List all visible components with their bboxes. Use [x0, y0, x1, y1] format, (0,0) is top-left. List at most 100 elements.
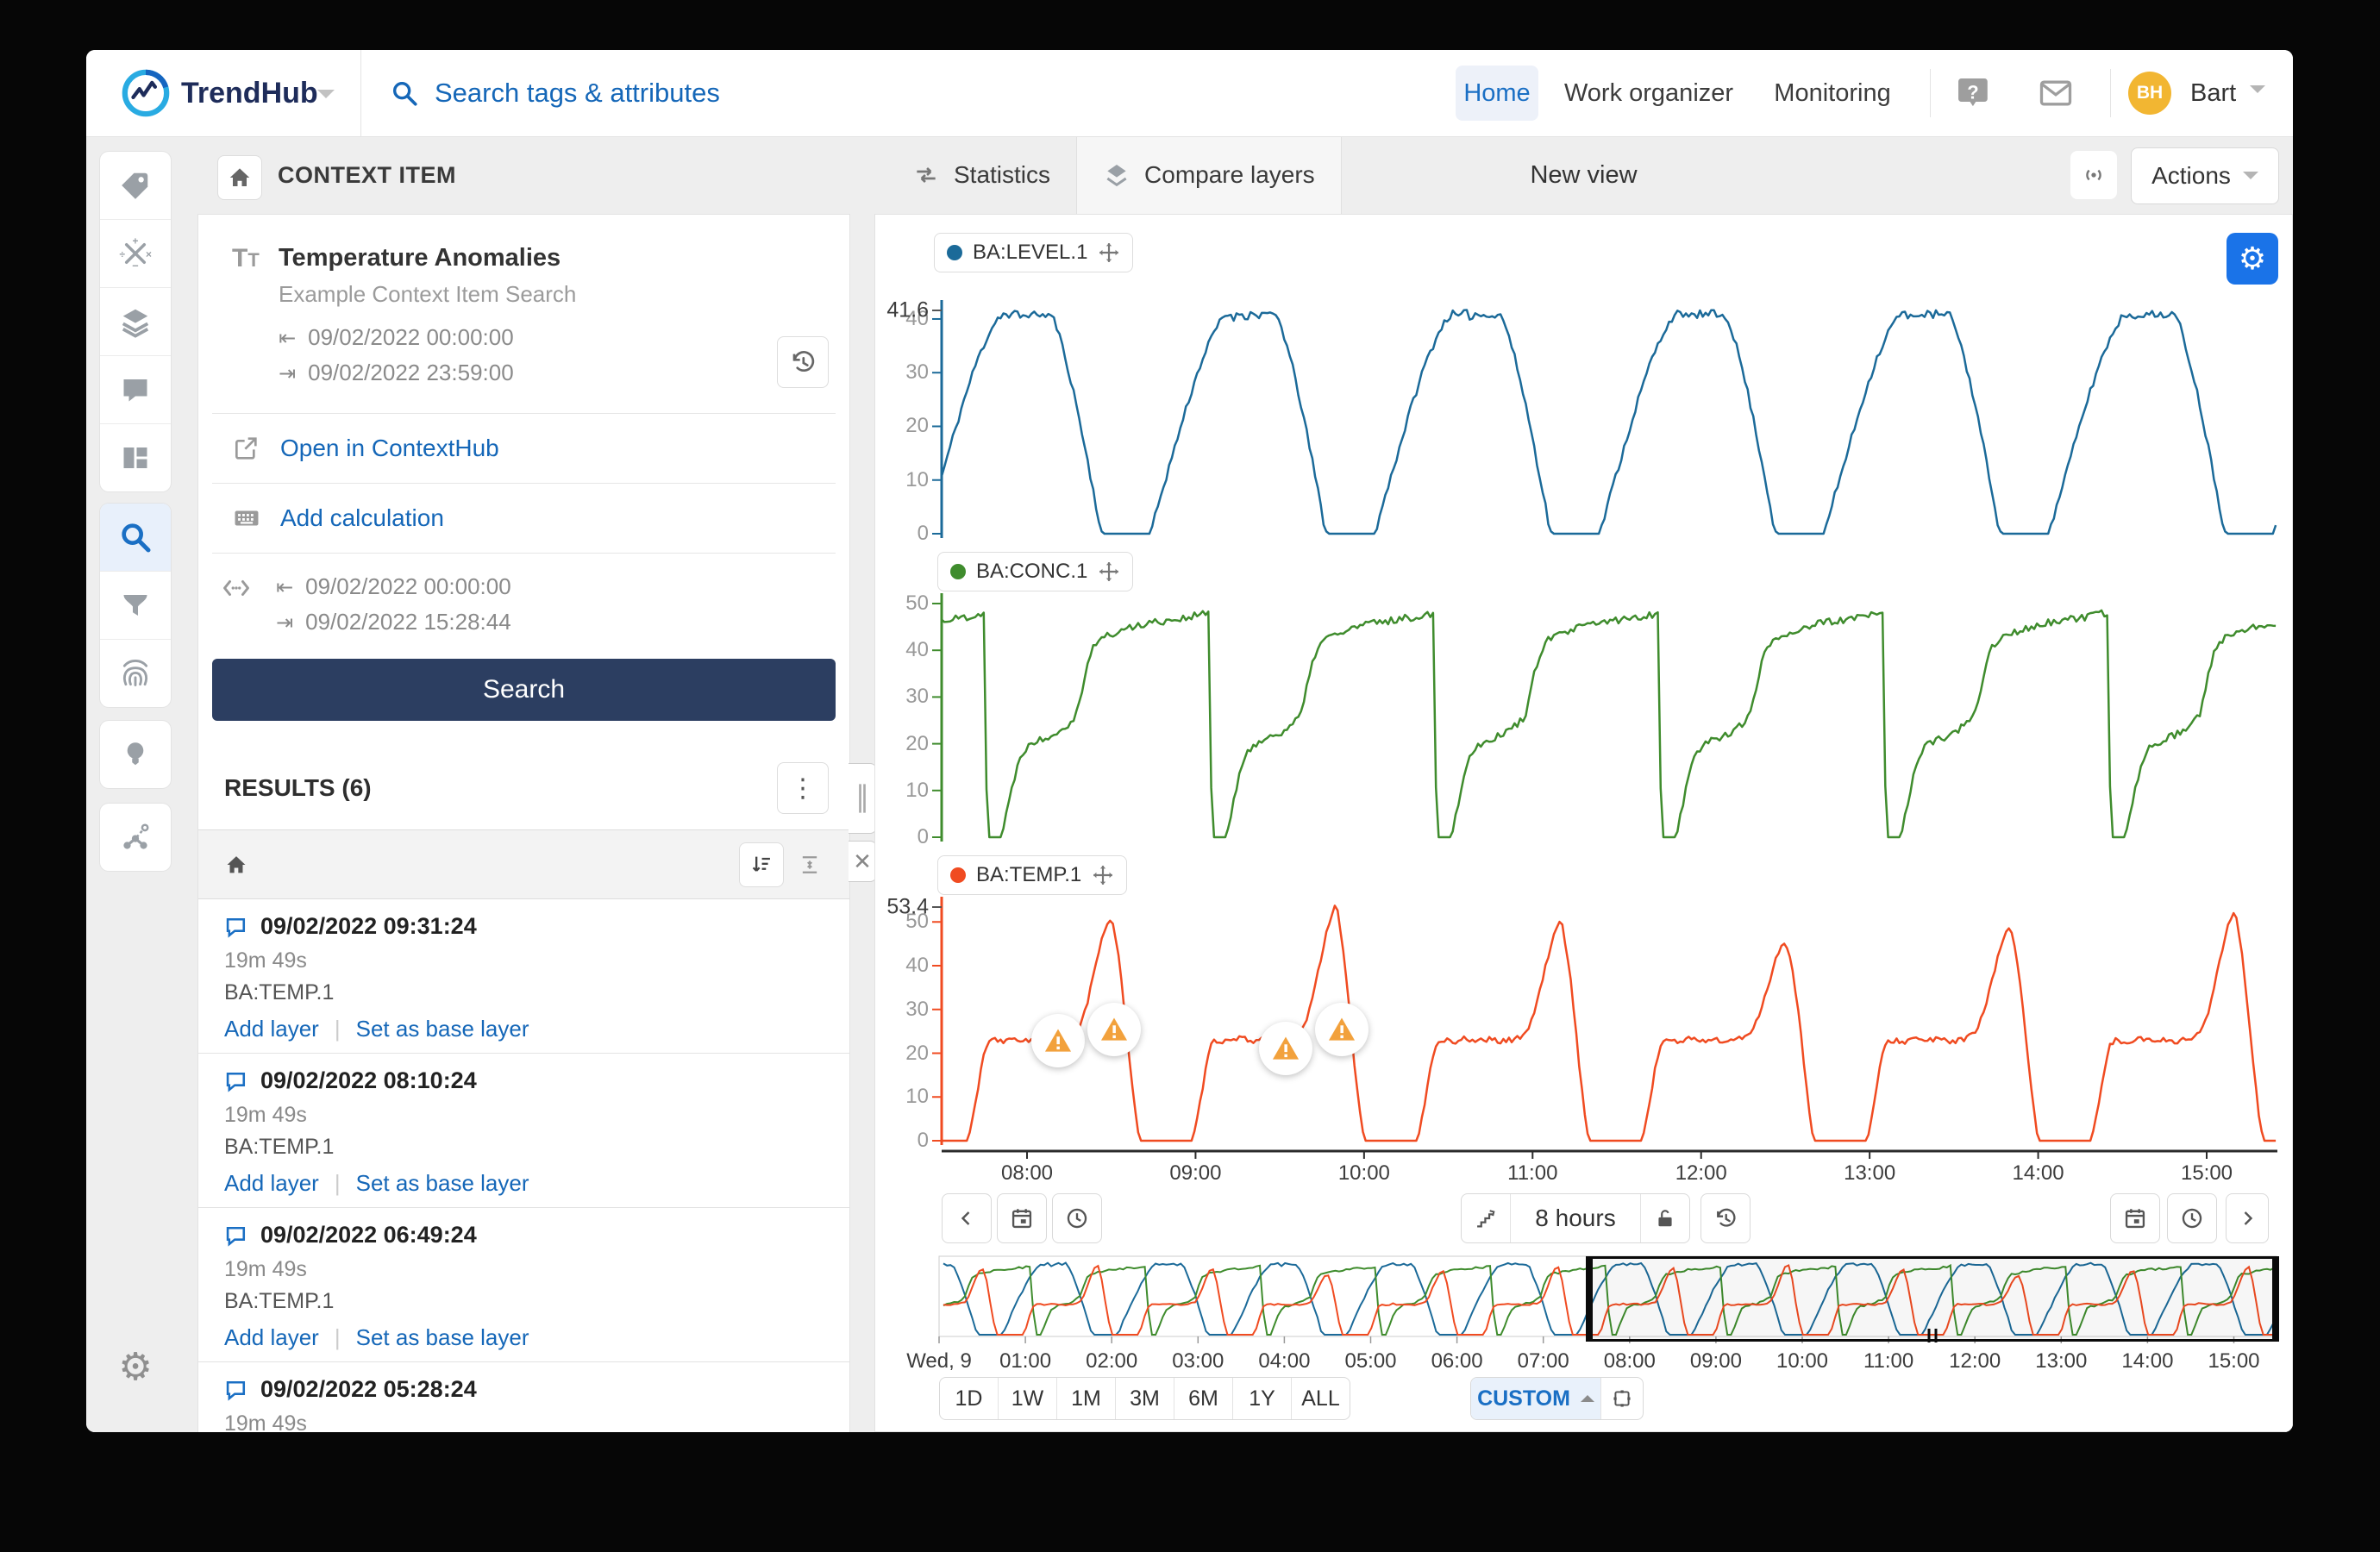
warning-event-badge[interactable]	[1259, 1022, 1312, 1075]
reset-history-button[interactable]	[1700, 1193, 1751, 1243]
context-comment-icon	[224, 915, 248, 939]
set-base-layer-link[interactable]: Set as base layer	[356, 1016, 529, 1042]
result-item[interactable]: 09/02/2022 05:28:24 19m 49s BA:TEMP.1 Ad…	[198, 1362, 849, 1432]
sidebar-item-recommendations[interactable]	[100, 721, 171, 788]
tab-home[interactable]: Home	[1456, 66, 1538, 121]
open-in-contexthub[interactable]: Open in ContextHub	[232, 414, 849, 483]
global-search-input[interactable]: Search tags & attributes	[390, 50, 720, 136]
panel-resize-handle[interactable]	[849, 763, 877, 834]
set-end-date-button[interactable]	[2110, 1193, 2160, 1243]
collapse-icon	[798, 853, 822, 877]
pan-right-button[interactable]	[2226, 1193, 2269, 1243]
panel-home-button[interactable]	[217, 155, 262, 200]
series-color-dot	[950, 564, 966, 579]
live-mode-button[interactable]	[2070, 151, 2117, 199]
sort-descending-icon	[749, 853, 774, 877]
result-duration: 19m 49s	[224, 1103, 836, 1128]
set-base-layer-link[interactable]: Set as base layer	[356, 1170, 529, 1197]
sidebar-item-calculations[interactable]: + − ÷ ×	[100, 220, 171, 288]
lock-window-button[interactable]	[1641, 1194, 1689, 1242]
add-calculation[interactable]: Add calculation	[232, 484, 849, 553]
preset-1M[interactable]: 1M	[1057, 1378, 1116, 1419]
add-layer-link[interactable]: Add layer	[224, 1324, 319, 1351]
sidebar-item-layers[interactable]	[100, 288, 171, 356]
chart-settings-button[interactable]: ⚙	[2227, 233, 2278, 285]
fit-range-button[interactable]	[1600, 1378, 1643, 1419]
warning-event-badge[interactable]	[1087, 1003, 1141, 1056]
x-tick-label: 14:00	[2000, 1161, 2077, 1186]
x-tick-label: 11:00	[1494, 1161, 1571, 1186]
series-chip-conc[interactable]: BA:CONC.1	[937, 552, 1133, 591]
external-link-icon	[232, 435, 260, 462]
sidebar-item-tags[interactable]	[100, 152, 171, 220]
series-chip-label: BA:LEVEL.1	[973, 241, 1087, 265]
brush-grip-icon[interactable]	[1928, 1329, 1938, 1342]
result-timestamp: 09/02/2022 06:49:24	[260, 1222, 477, 1248]
set-end-time-button[interactable]	[2167, 1193, 2217, 1243]
sidebar-item-relations[interactable]	[100, 804, 171, 871]
compare-layers-button[interactable]: Compare layers	[1077, 136, 1341, 214]
results-heading: RESULTS (6)	[224, 774, 372, 802]
load-history-button[interactable]	[777, 336, 829, 388]
compress-time-button[interactable]	[1462, 1194, 1511, 1242]
panel-close-button[interactable]: ✕	[849, 841, 877, 882]
actions-button[interactable]: Actions	[2131, 147, 2279, 204]
sort-descending-button[interactable]	[739, 842, 784, 887]
add-layer-link[interactable]: Add layer	[224, 1170, 319, 1197]
series-chip-temp[interactable]: BA:TEMP.1	[937, 855, 1127, 895]
preset-1Y[interactable]: 1Y	[1233, 1378, 1292, 1419]
user-avatar[interactable]: BH	[2128, 72, 2171, 115]
search-icon	[390, 78, 419, 108]
preset-ALL[interactable]: ALL	[1292, 1378, 1350, 1419]
svg-text:÷: ÷	[120, 248, 126, 260]
trend-plot[interactable]	[875, 215, 2293, 1432]
result-item[interactable]: 09/02/2022 08:10:24 19m 49s BA:TEMP.1 Ad…	[198, 1054, 849, 1208]
preset-6M[interactable]: 6M	[1174, 1378, 1233, 1419]
context-item-summary: TT Temperature Anomalies Example Context…	[232, 244, 836, 392]
preset-3M[interactable]: 3M	[1116, 1378, 1174, 1419]
result-timestamp: 09/02/2022 08:10:24	[260, 1067, 477, 1094]
help-icon[interactable]: ?	[1954, 74, 1992, 112]
results-menu-button[interactable]: ⋮	[777, 762, 829, 814]
custom-range-group: CUSTOM	[1470, 1377, 1644, 1420]
results-list: 09/02/2022 09:31:24 19m 49s BA:TEMP.1 Ad…	[198, 899, 849, 1432]
result-timestamp: 09/02/2022 09:31:24	[260, 913, 477, 940]
time-window-label[interactable]: 8 hours	[1511, 1194, 1641, 1242]
set-start-time-button[interactable]	[1052, 1193, 1102, 1243]
result-item[interactable]: 09/02/2022 06:49:24 19m 49s BA:TEMP.1 Ad…	[198, 1208, 849, 1362]
set-base-layer-link[interactable]: Set as base layer	[356, 1324, 529, 1351]
calculation-icon: + − ÷ ×	[119, 237, 152, 270]
set-start-date-button[interactable]	[997, 1193, 1047, 1243]
sidebar-item-search[interactable]	[100, 504, 171, 572]
result-item[interactable]: 09/02/2022 09:31:24 19m 49s BA:TEMP.1 Ad…	[198, 899, 849, 1054]
overview-brush[interactable]	[1586, 1256, 2279, 1342]
sidebar-item-annotations[interactable]	[100, 356, 171, 424]
sidebar-item-filter[interactable]	[100, 572, 171, 640]
user-name[interactable]: Bart	[2190, 50, 2265, 136]
steps-icon	[1474, 1206, 1498, 1230]
overview-tick-label: 07:00	[1500, 1349, 1587, 1374]
custom-range-button[interactable]: CUSTOM	[1471, 1378, 1600, 1419]
tab-monitoring[interactable]: Monitoring	[1768, 66, 1897, 121]
warning-event-badge[interactable]	[1315, 1003, 1368, 1056]
statistics-icon	[912, 161, 940, 189]
preset-1D[interactable]: 1D	[940, 1378, 999, 1419]
sidebar-item-settings[interactable]: ⚙	[100, 1333, 171, 1400]
pan-left-button[interactable]	[942, 1193, 992, 1243]
sidebar-item-fingerprint[interactable]	[100, 640, 171, 707]
sidebar-item-dashboard[interactable]	[100, 424, 171, 491]
overview-tick-label: 03:00	[1155, 1349, 1241, 1374]
statistics-button[interactable]: Statistics	[886, 136, 1076, 214]
series-chip-level[interactable]: BA:LEVEL.1	[934, 233, 1133, 272]
add-layer-link[interactable]: Add layer	[224, 1016, 319, 1042]
tab-work-organizer[interactable]: Work organizer	[1563, 66, 1735, 121]
preset-1W[interactable]: 1W	[999, 1378, 1057, 1419]
mail-icon[interactable]	[2037, 74, 2075, 112]
product-switcher-caret-icon[interactable]	[317, 90, 335, 107]
collapse-rows-button[interactable]	[787, 842, 832, 887]
result-duration: 19m 49s	[224, 1257, 836, 1282]
actions-caret-icon	[2243, 172, 2258, 187]
time-window-group: 8 hours	[1461, 1193, 1690, 1243]
warning-event-badge[interactable]	[1031, 1014, 1085, 1067]
search-button[interactable]: Search	[212, 659, 836, 721]
